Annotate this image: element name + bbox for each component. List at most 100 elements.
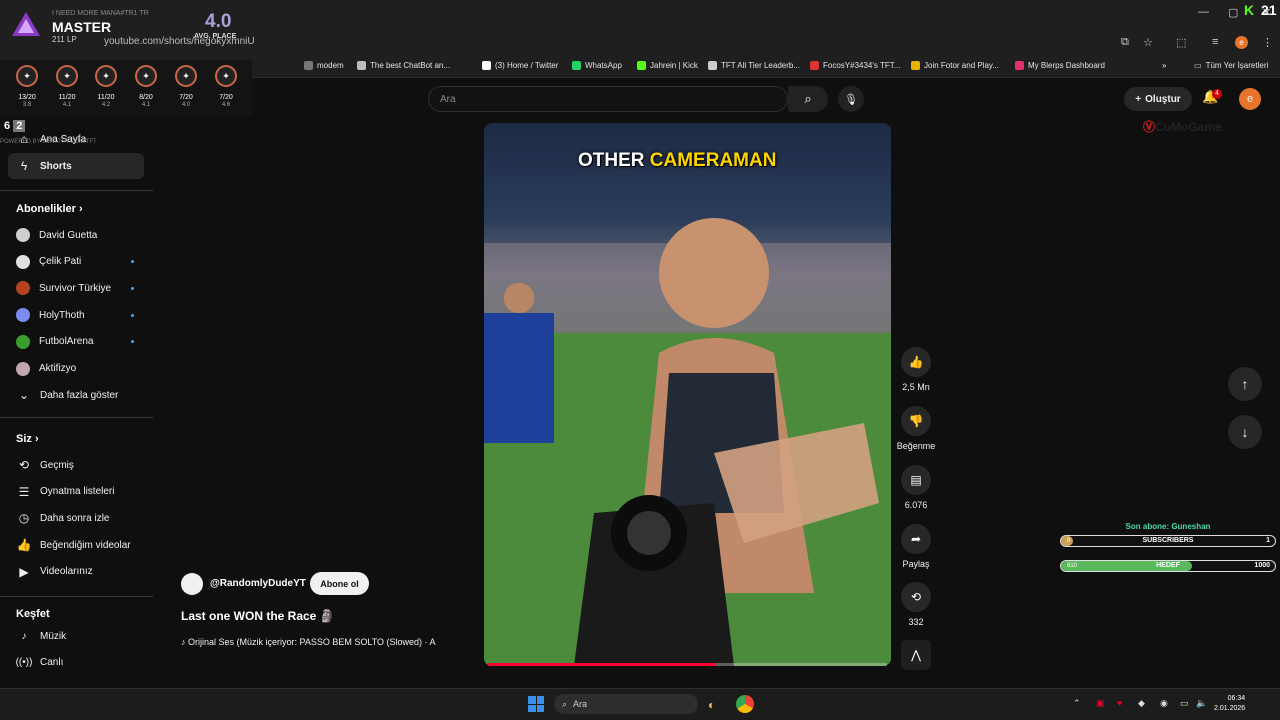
- like-count: 2,5 Mn: [902, 382, 930, 392]
- dislike-button[interactable]: 👎: [901, 406, 931, 436]
- tray-app-icon[interactable]: ▣: [1096, 698, 1105, 709]
- thumbs-up-icon: 👍: [16, 538, 32, 553]
- last-subscriber: Son abone: Guneshan: [1125, 522, 1211, 531]
- overlay-trait-icon: ✦: [215, 65, 237, 87]
- bookmarks-more-icon[interactable]: »: [1162, 61, 1166, 70]
- maximize-button[interactable]: ▢: [1228, 6, 1238, 19]
- taskbar-app-icon[interactable]: ◐: [708, 698, 715, 712]
- audio-thumbnail-button[interactable]: ⋀: [901, 640, 931, 670]
- remix-count: 332: [908, 617, 924, 627]
- bookmark-item[interactable]: TFT All Tier Leaderb...: [708, 61, 800, 70]
- bookmark-item[interactable]: Join Fotor and Play...: [911, 61, 999, 70]
- video-progress-fill: [488, 663, 716, 666]
- sidebar-item-explore[interactable]: ♪ Müzik: [8, 623, 144, 649]
- previous-short-button[interactable]: ↑: [1228, 367, 1262, 401]
- minimize-button[interactable]: —: [1198, 6, 1209, 18]
- sidebar-item-subscription[interactable]: HolyThoth: [8, 302, 144, 328]
- remix-button[interactable]: ⟲: [901, 582, 931, 612]
- sidebar-item-explore[interactable]: ((•)) Canlı: [8, 650, 144, 676]
- subscribe-button[interactable]: Abone ol: [310, 572, 369, 595]
- like-button[interactable]: 👍: [901, 347, 931, 377]
- bookmark-favicon-icon: [810, 61, 819, 70]
- tray-app-icon[interactable]: ◉: [1160, 698, 1168, 709]
- share-icon: ➦: [910, 532, 922, 546]
- channel-avatar: [16, 334, 30, 349]
- overlay-stat-avg: 4.6: [221, 102, 231, 108]
- sidebar-item-subscription[interactable]: David Guetta: [8, 222, 144, 248]
- create-button[interactable]: + Oluştur: [1124, 87, 1192, 111]
- sidebar-item-subscription[interactable]: FutbolArena: [8, 329, 144, 355]
- overlay-trait-icon: ✦: [95, 65, 117, 87]
- sidebar-item-subscription[interactable]: Aktifizyo: [8, 356, 144, 382]
- channel-avatar[interactable]: [181, 573, 203, 595]
- new-content-dot: [131, 313, 134, 317]
- music-icon: ♪: [21, 630, 27, 642]
- menu-icon[interactable]: ⋮: [1262, 36, 1273, 49]
- bookmark-item[interactable]: My Blerps Dashboard: [1015, 61, 1105, 70]
- sidebar-item-you[interactable]: ☰ Oynatma listeleri: [8, 479, 144, 505]
- chrome-icon[interactable]: [736, 695, 754, 713]
- sidebar-divider: [0, 190, 153, 191]
- share-button[interactable]: ➦: [901, 524, 931, 554]
- audio-track[interactable]: ♪ Orijinal Ses (Müzik içeriyor: PASSO BE…: [181, 637, 473, 647]
- voice-search-button[interactable]: 🎙: [838, 86, 864, 112]
- profile-icon[interactable]: e: [1235, 36, 1248, 49]
- remix-icon: ⟲: [910, 590, 922, 604]
- comment-count: 6.076: [904, 500, 928, 510]
- sidebar-item-shorts[interactable]: ϟ Shorts: [8, 153, 144, 179]
- sidebar-item-you[interactable]: 👍 Beğendiğim videolar: [8, 532, 144, 558]
- bookmark-item[interactable]: FocosY#3434's TFT...: [810, 61, 900, 70]
- overlay-stat-top4: 8/20: [139, 94, 153, 101]
- bookmark-star-icon[interactable]: ☆: [1143, 36, 1153, 49]
- overlay-summoner: I NEED MORE MANA#TR1 TR: [52, 10, 149, 17]
- bookmark-item[interactable]: modem: [304, 61, 344, 70]
- tray-chevron-icon[interactable]: ⌃: [1073, 698, 1081, 709]
- mic-icon: 🎙: [844, 93, 858, 106]
- video-title: Last one WON the Race 🗿: [181, 609, 335, 623]
- next-short-button[interactable]: ↓: [1228, 415, 1262, 449]
- taskbar-search[interactable]: ⌕ Ara: [554, 694, 698, 714]
- extensions-icon[interactable]: ⬚: [1176, 36, 1186, 49]
- bookmark-favicon-icon: [637, 61, 646, 70]
- taskbar-clock[interactable]: 06:34 2.01.2026: [1214, 694, 1245, 714]
- tray-app-icon[interactable]: ◆: [1138, 698, 1145, 709]
- windows-start-icon[interactable]: [528, 696, 544, 712]
- sidebar-item-you[interactable]: ◷ Daha sonra izle: [8, 505, 144, 531]
- avatar[interactable]: e: [1239, 88, 1261, 110]
- short-video-player[interactable]: [484, 123, 891, 666]
- video-progress-bar[interactable]: [488, 663, 887, 666]
- bookmark-favicon-icon: [1015, 61, 1024, 70]
- channel-logo-icon: ⋀: [911, 648, 921, 662]
- bookmark-favicon-icon: [482, 61, 491, 70]
- overlay-stat-avg: 4.1: [62, 102, 72, 108]
- install-icon[interactable]: ⧉: [1121, 36, 1129, 49]
- search-button[interactable]: ⌕: [788, 86, 828, 112]
- sidebar-item-subscription[interactable]: Çelik Pati: [8, 249, 144, 275]
- bookmark-item[interactable]: The best ChatBot an...: [357, 61, 450, 70]
- bookmark-item[interactable]: Jahrein | Kick: [637, 61, 698, 70]
- all-bookmarks[interactable]: ▭ Tüm Yer İşaretleri: [1194, 61, 1268, 70]
- network-icon[interactable]: ▭: [1180, 698, 1189, 709]
- overlay-stat-avg: 4.2: [101, 102, 111, 108]
- volume-icon[interactable]: 🔈: [1196, 698, 1207, 709]
- search-input[interactable]: Ara: [428, 86, 788, 112]
- tray-app-icon[interactable]: ♥: [1117, 698, 1122, 708]
- bookmark-item[interactable]: (3) Home / Twitter: [482, 61, 558, 70]
- show-more-button[interactable]: ⌄ Daha fazla göster: [8, 382, 144, 408]
- comments-button[interactable]: ▤: [901, 465, 931, 495]
- sidebar-item-home[interactable]: ⌂ Ana Sayfa: [8, 126, 144, 152]
- media-icon[interactable]: ≡: [1212, 36, 1218, 48]
- overlay-stat-avg: 4.0: [181, 102, 191, 108]
- goal-bar: 610 HEDEF 1000: [1060, 560, 1276, 572]
- subscriptions-heading[interactable]: Abonelikler ›: [16, 203, 83, 215]
- sidebar-item-you[interactable]: ⟲ Geçmiş: [8, 452, 144, 478]
- new-content-dot: [131, 286, 134, 290]
- bookmark-item[interactable]: WhatsApp: [572, 61, 622, 70]
- sidebar-divider: [0, 417, 153, 418]
- you-heading[interactable]: Siz ›: [16, 433, 39, 445]
- sidebar-item-subscription[interactable]: Survivor Türkiye: [8, 275, 144, 301]
- channel-name[interactable]: @RandomlyDudeYT: [210, 578, 306, 589]
- thumbs-down-icon: 👎: [908, 414, 924, 428]
- sidebar-item-you[interactable]: ▶ Videolarınız: [8, 559, 144, 585]
- channel-avatar: [16, 281, 30, 296]
